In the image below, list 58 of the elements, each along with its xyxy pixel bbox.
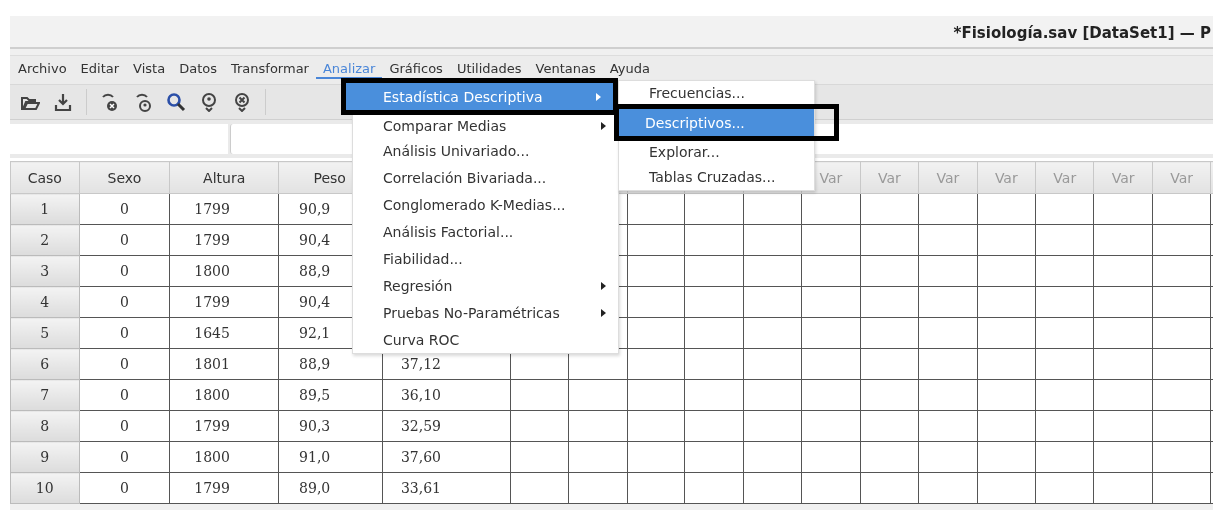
menu-item[interactable]: Datos: [172, 61, 224, 79]
menu-item[interactable]: Comparar Medias: [353, 115, 618, 137]
table-cell: 91,0: [278, 441, 383, 473]
table-cell: 0: [79, 286, 170, 318]
table-cell: 0: [79, 193, 170, 225]
column-header[interactable]: Sexo: [79, 161, 170, 194]
row-header[interactable]: 4: [10, 286, 80, 318]
row-header[interactable]: 8: [10, 410, 80, 442]
table-cell: 0: [79, 379, 170, 411]
table-cell: 1800: [169, 441, 279, 473]
menu-item[interactable]: Explorar...: [619, 141, 814, 163]
table-cell: 0: [79, 472, 170, 504]
window-title: *Fisiología.sav [DataSet1] — P: [953, 24, 1211, 42]
table-cell: 0: [79, 317, 170, 349]
table-cell: 1800: [169, 255, 279, 287]
column-header[interactable]: Caso: [10, 161, 80, 194]
menu-item[interactable]: Utilidades: [449, 61, 529, 79]
table-cell: 0: [79, 348, 170, 380]
menu-item[interactable]: Gráficos: [382, 61, 450, 79]
table-cell: 0: [79, 255, 170, 287]
table-cell: 89,0: [278, 472, 383, 504]
row-header[interactable]: 9: [10, 441, 80, 473]
table-cell: 32,59: [382, 410, 511, 442]
table-cell: 89,5: [278, 379, 383, 411]
row-header[interactable]: 7: [10, 379, 80, 411]
table-cell: 1799: [169, 472, 279, 504]
menu-item[interactable]: Análisis Univariado...: [353, 137, 618, 164]
menu-item[interactable]: Editar: [73, 61, 127, 79]
row-header[interactable]: 1: [10, 193, 80, 225]
table-cell: 90,3: [278, 410, 383, 442]
menu-item[interactable]: Vista: [126, 61, 173, 79]
menu-item[interactable]: Ventanas: [528, 61, 603, 79]
menu-item[interactable]: Transformar: [224, 61, 316, 79]
table-cell: 0: [79, 224, 170, 256]
column-header[interactable]: Altura: [169, 161, 279, 194]
menu-item[interactable]: Archivo: [11, 61, 74, 79]
delete-pin-icon[interactable]: [232, 92, 252, 112]
table-cell: 1645: [169, 317, 279, 349]
table-cell: 0: [79, 410, 170, 442]
menu-item[interactable]: Ayuda: [602, 61, 657, 79]
table-cell: 36,10: [382, 379, 511, 411]
table-cell: 1799: [169, 193, 279, 225]
row-header[interactable]: 5: [10, 317, 80, 349]
table-cell: 1799: [169, 224, 279, 256]
table-cell: 1799: [169, 286, 279, 318]
table-cell: 1799: [169, 410, 279, 442]
table-cell: 37,60: [382, 441, 511, 473]
table-cell: 1800: [169, 379, 279, 411]
table-cell: 33,61: [382, 472, 511, 504]
row-header[interactable]: 3: [10, 255, 80, 287]
table-cell: 1801: [169, 348, 279, 380]
row-header[interactable]: 6: [10, 348, 80, 380]
row-header[interactable]: 10: [10, 472, 80, 504]
table-cell: 0: [79, 441, 170, 473]
search-icon[interactable]: [166, 92, 186, 112]
row-header[interactable]: 2: [10, 224, 80, 256]
download-icon[interactable]: [53, 92, 73, 112]
menu-item[interactable]: Frecuencias...: [619, 82, 814, 104]
